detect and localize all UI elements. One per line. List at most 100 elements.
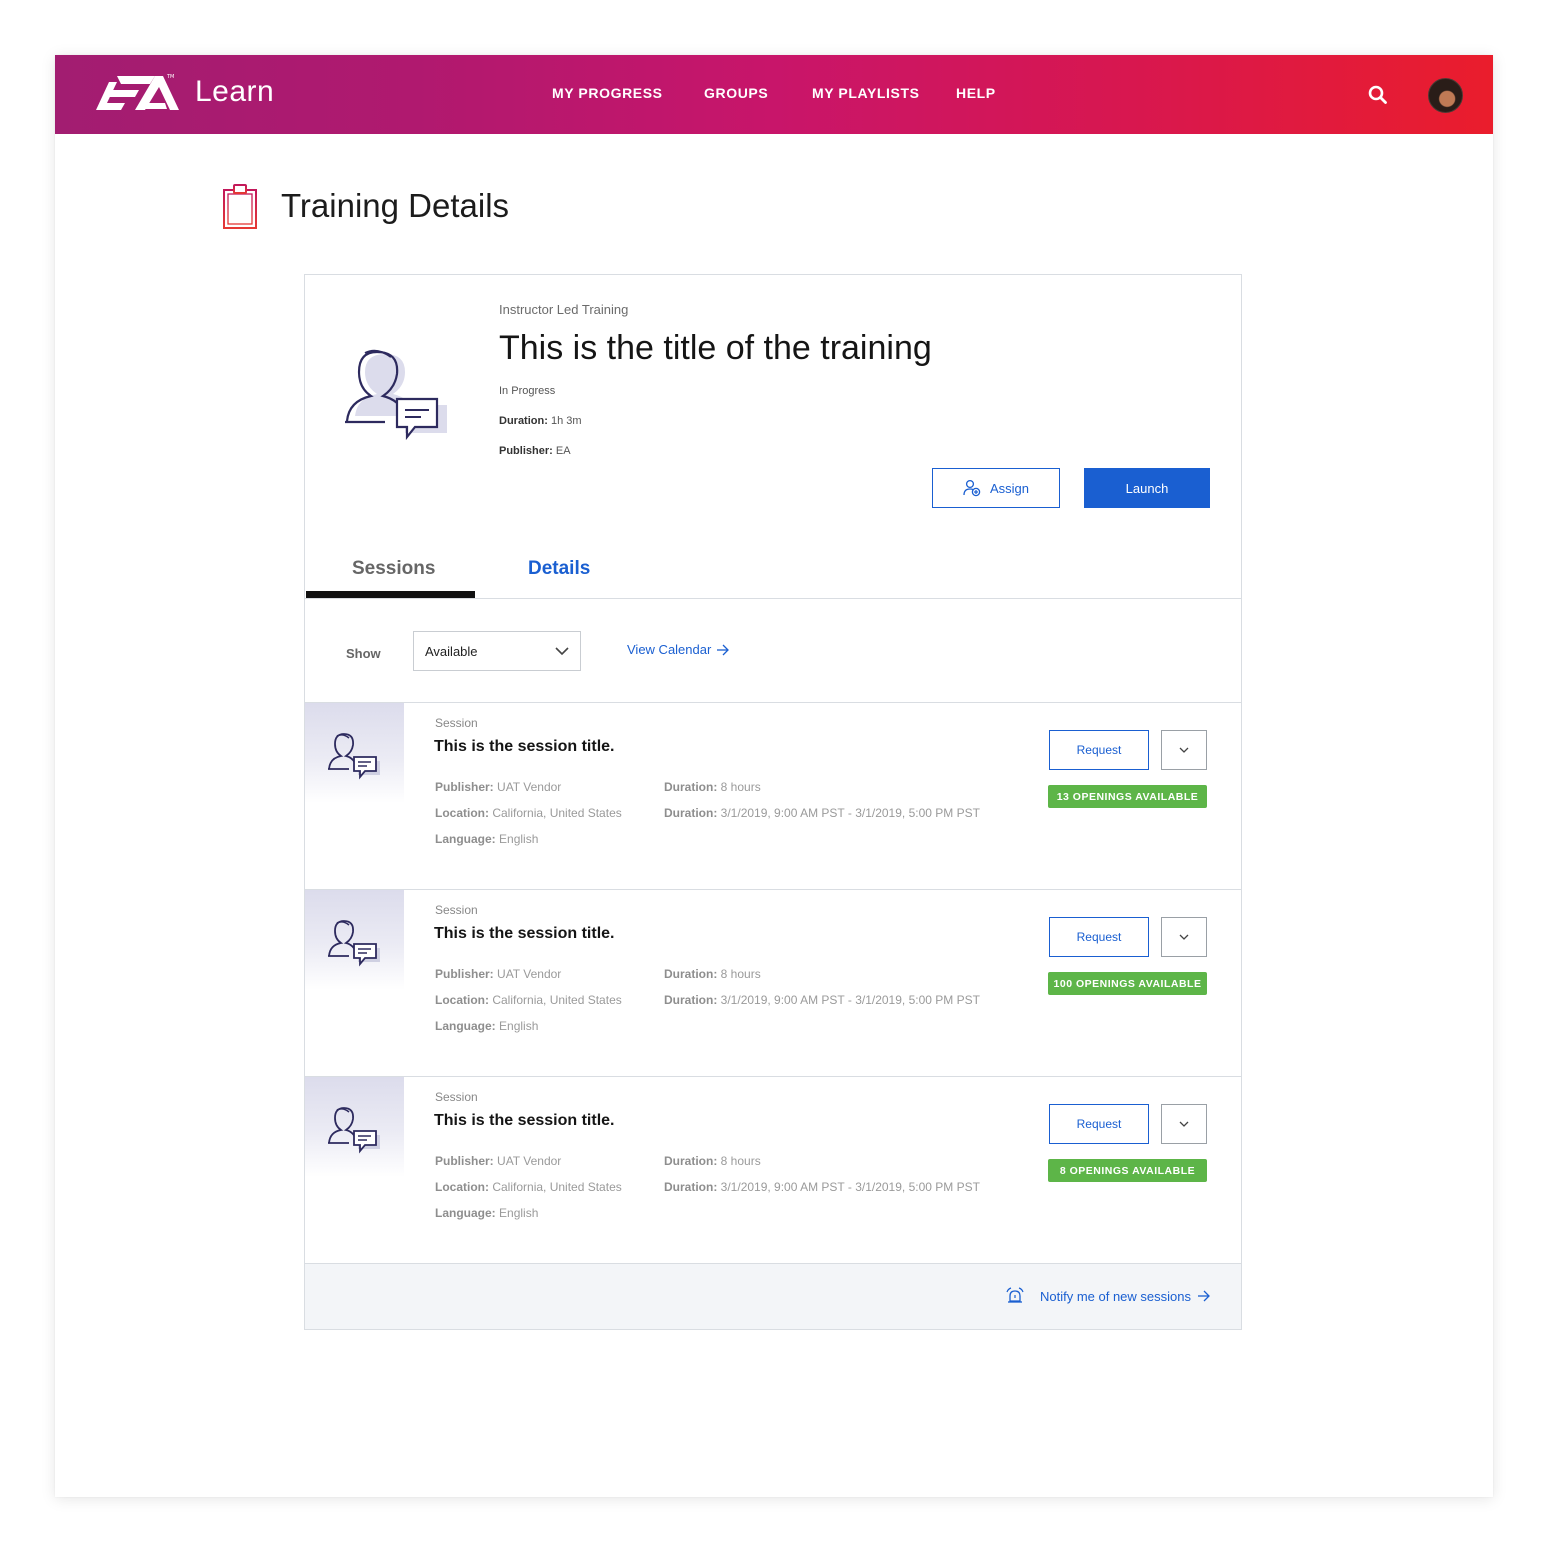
arrow-right-icon <box>717 644 730 655</box>
ea-logo[interactable]: TM <box>95 72 181 118</box>
training-duration: Duration: 1h 3m <box>499 415 582 427</box>
session-duration: Duration: 8 hours <box>664 780 761 794</box>
field-value: 3/1/2019, 9:00 AM PST - 3/1/2019, 5:00 P… <box>720 806 980 820</box>
field-value: English <box>499 1019 539 1033</box>
request-button[interactable]: Request <box>1049 1104 1149 1144</box>
instructor-led-training-icon <box>345 349 447 441</box>
session-kicker: Session <box>435 716 478 730</box>
assign-user-icon <box>963 479 981 497</box>
field-value: 8 hours <box>720 1154 761 1168</box>
session-location: Location: California, United States <box>435 1180 622 1194</box>
session-thumbnail <box>305 1077 404 1177</box>
field-label: Duration: <box>664 993 718 1007</box>
session-thumbnail <box>305 890 404 990</box>
field-value: 8 hours <box>720 967 761 981</box>
view-calendar-label: View Calendar <box>627 642 712 657</box>
training-title: This is the title of the training <box>499 329 932 367</box>
training-card: Instructor Led Training This is the titl… <box>304 274 1242 1330</box>
session-item: Session This is the session title. Publi… <box>305 1077 1241 1264</box>
field-label: Language: <box>435 1019 496 1033</box>
tab-sessions[interactable]: Sessions <box>352 558 435 580</box>
session-language: Language: English <box>435 1019 538 1033</box>
nav-my-playlists[interactable]: MY PLAYLISTS <box>812 85 920 101</box>
chevron-down-icon <box>1179 934 1189 940</box>
app-name: Learn <box>195 75 275 108</box>
page: TM Learn MY PROGRESS GROUPS MY PLAYLISTS… <box>55 55 1493 1497</box>
instructor-led-session-icon <box>328 733 380 780</box>
field-value: UAT Vendor <box>497 780 562 794</box>
launch-button[interactable]: Launch <box>1084 468 1210 508</box>
field-label: Publisher: <box>435 780 494 794</box>
session-title: This is the session title. <box>434 925 615 942</box>
assign-label: Assign <box>989 480 1030 496</box>
search-icon[interactable] <box>1367 84 1389 106</box>
field-label: Duration: <box>664 967 718 981</box>
chevron-down-icon <box>1179 747 1189 753</box>
field-label: Duration: <box>664 1180 718 1194</box>
field-value: English <box>499 1206 539 1220</box>
session-title: This is the session title. <box>434 1112 615 1129</box>
field-label: Location: <box>435 993 489 1007</box>
training-publisher: Publisher: EA <box>499 445 571 457</box>
session-item: Session This is the session title. Publi… <box>305 703 1241 890</box>
field-value: 3/1/2019, 9:00 AM PST - 3/1/2019, 5:00 P… <box>720 993 980 1007</box>
session-dates: Duration: 3/1/2019, 9:00 AM PST - 3/1/20… <box>664 806 980 820</box>
field-value: California, United States <box>492 1180 622 1194</box>
session-publisher: Publisher: UAT Vendor <box>435 780 561 794</box>
session-kicker: Session <box>435 1090 478 1104</box>
session-publisher: Publisher: UAT Vendor <box>435 967 561 981</box>
session-location: Location: California, United States <box>435 993 622 1007</box>
clipboard-icon <box>223 184 257 229</box>
tab-divider <box>305 598 1241 599</box>
field-value: California, United States <box>492 806 622 820</box>
field-label: Duration: <box>664 1154 718 1168</box>
field-label: Location: <box>435 1180 489 1194</box>
show-filter-select[interactable]: Available <box>413 631 581 671</box>
session-language: Language: English <box>435 1206 538 1220</box>
active-tab-indicator <box>306 591 475 598</box>
session-title: This is the session title. <box>434 738 615 755</box>
field-label: Language: <box>435 1206 496 1220</box>
notify-label: Notify me of new sessions <box>1039 1288 1191 1304</box>
session-location: Location: California, United States <box>435 806 622 820</box>
training-type: Instructor Led Training <box>499 302 629 317</box>
show-filter-value: Available <box>425 644 478 659</box>
session-kicker: Session <box>435 903 478 917</box>
field-label: Language: <box>435 832 496 846</box>
field-value: 3/1/2019, 9:00 AM PST - 3/1/2019, 5:00 P… <box>720 1180 980 1194</box>
svg-text:TM: TM <box>166 74 174 80</box>
arrow-right-icon <box>1198 1290 1210 1302</box>
chevron-down-icon <box>555 647 569 656</box>
top-nav-bar: TM Learn MY PROGRESS GROUPS MY PLAYLISTS… <box>55 55 1493 134</box>
field-label: Duration: <box>664 806 718 820</box>
request-button[interactable]: Request <box>1049 730 1149 770</box>
openings-badge: 13 OPENINGS AVAILABLE <box>1048 785 1207 808</box>
nav-groups[interactable]: GROUPS <box>704 85 768 101</box>
session-language: Language: English <box>435 832 538 846</box>
publisher-label: Publisher: <box>499 445 553 457</box>
card-footer: Notify me of new sessions <box>305 1264 1241 1329</box>
instructor-led-session-icon <box>328 920 380 967</box>
nav-help[interactable]: HELP <box>956 85 996 101</box>
field-label: Location: <box>435 806 489 820</box>
page-title: Training Details <box>281 187 510 224</box>
field-value: 8 hours <box>720 780 761 794</box>
session-options-button[interactable] <box>1161 1104 1207 1144</box>
view-calendar-link[interactable]: View Calendar <box>627 642 730 657</box>
session-options-button[interactable] <box>1161 917 1207 957</box>
show-label: Show <box>346 646 381 661</box>
duration-value: 1h 3m <box>550 415 582 427</box>
user-avatar[interactable] <box>1428 78 1463 113</box>
field-label: Publisher: <box>435 967 494 981</box>
session-duration: Duration: 8 hours <box>664 967 761 981</box>
openings-badge: 100 OPENINGS AVAILABLE <box>1048 972 1207 995</box>
field-value: UAT Vendor <box>497 1154 562 1168</box>
assign-button[interactable]: Assign <box>932 468 1060 508</box>
notify-new-sessions-link[interactable]: Notify me of new sessions <box>1006 1287 1211 1305</box>
request-button[interactable]: Request <box>1049 917 1149 957</box>
session-item: Session This is the session title. Publi… <box>305 890 1241 1077</box>
session-options-button[interactable] <box>1161 730 1207 770</box>
nav-my-progress[interactable]: MY PROGRESS <box>552 85 663 101</box>
session-publisher: Publisher: UAT Vendor <box>435 1154 561 1168</box>
tab-details[interactable]: Details <box>528 558 590 580</box>
